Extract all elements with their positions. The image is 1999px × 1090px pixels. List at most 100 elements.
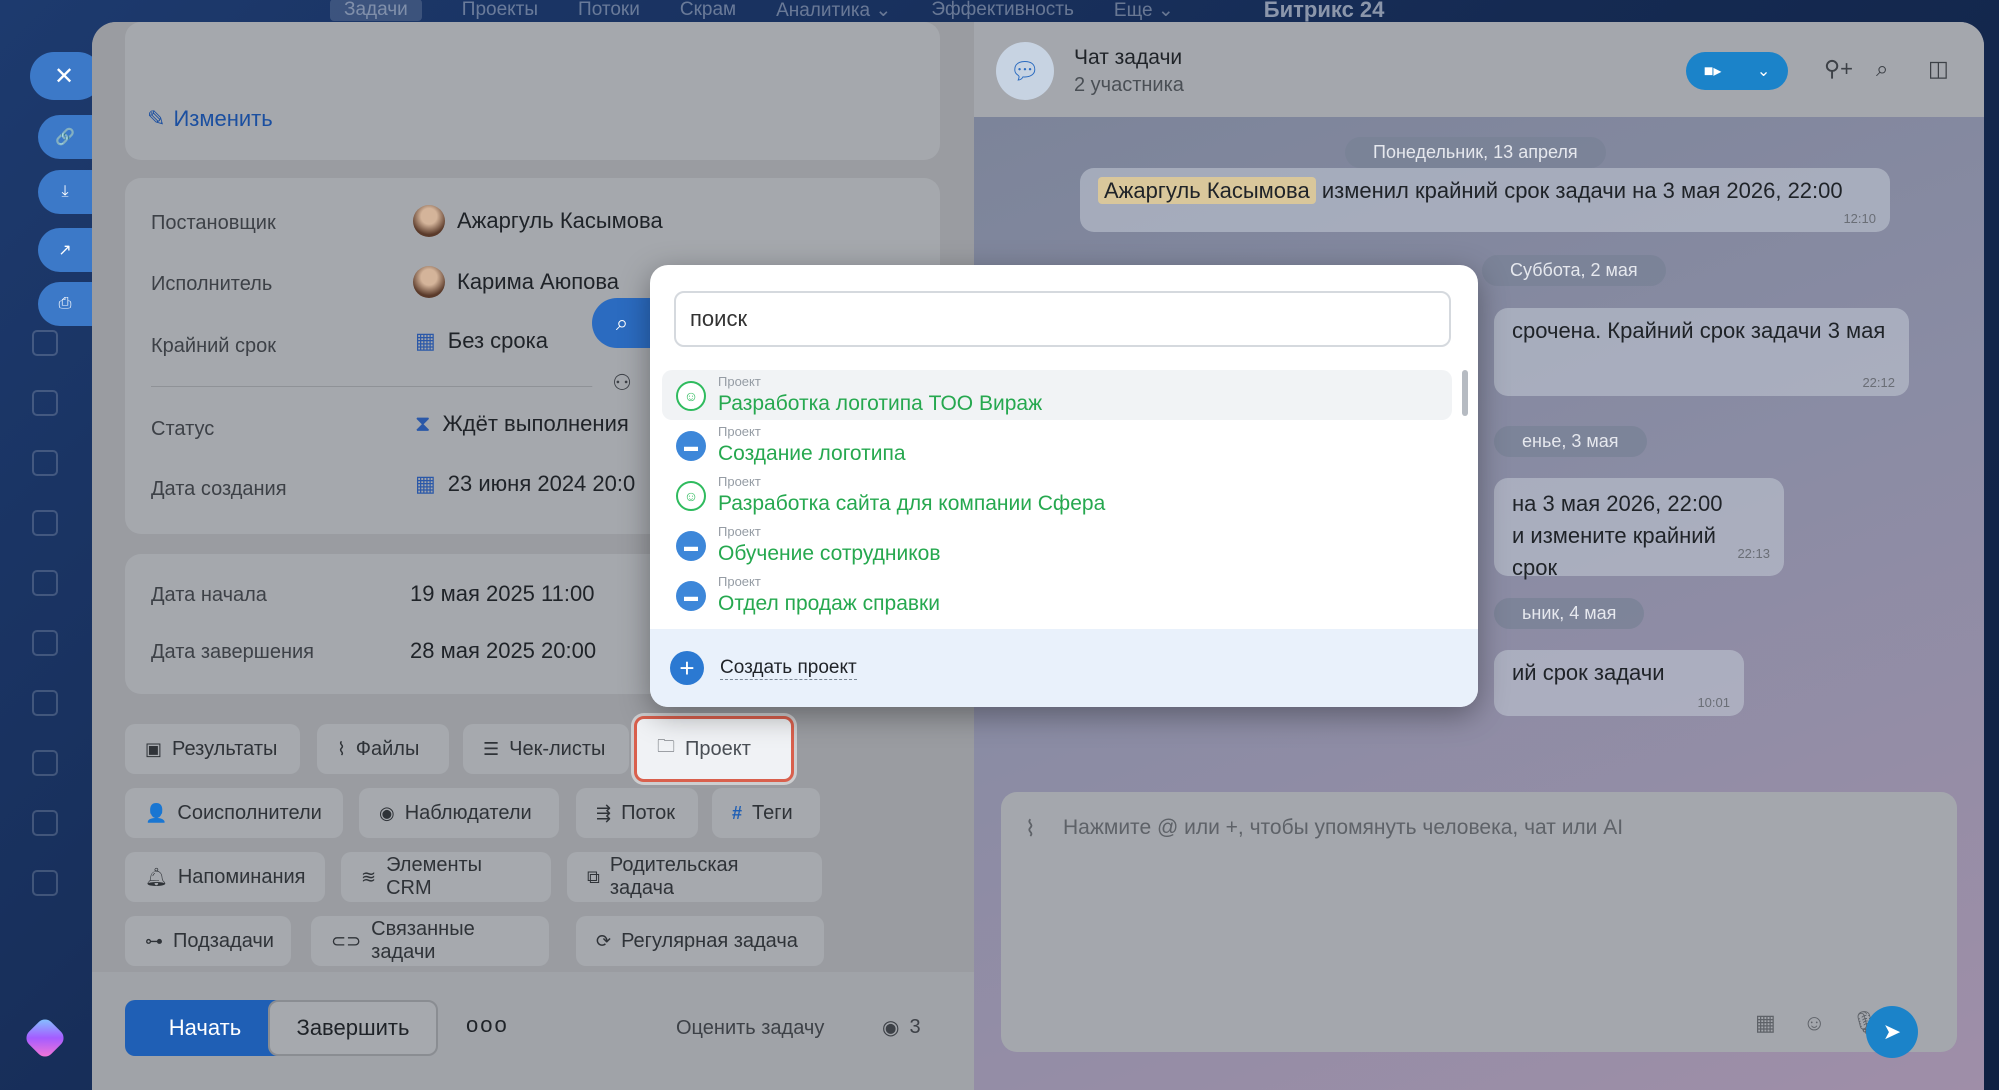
- nav-icon[interactable]: [32, 330, 58, 356]
- paperclip-icon[interactable]: ⌇: [1025, 816, 1036, 842]
- chip-flow[interactable]: ⇶ Поток: [576, 788, 698, 838]
- print-button[interactable]: ⎙: [38, 282, 92, 326]
- more-actions-button[interactable]: ooo: [466, 1012, 509, 1038]
- chip-tags[interactable]: # Теги: [712, 788, 820, 838]
- group-icon: ☺: [676, 381, 706, 411]
- copy-link-button[interactable]: 🔗: [38, 115, 92, 159]
- open-new-window-button[interactable]: ↗: [38, 228, 92, 272]
- user-mention[interactable]: Ажаргуль Касымова: [1098, 177, 1316, 204]
- message-composer[interactable]: ⌇ Нажмите @ или +, чтобы упомянуть челов…: [1001, 792, 1957, 1052]
- nav-icon[interactable]: [32, 450, 58, 476]
- edit-description-link[interactable]: ✎ Изменить: [147, 106, 273, 132]
- crm-icon: ≋: [361, 866, 377, 887]
- chip-results[interactable]: ▣ Результаты: [125, 724, 300, 774]
- scrollbar[interactable]: [1462, 370, 1468, 416]
- chip-reminders[interactable]: 🔔︎ Напоминания: [125, 852, 325, 902]
- parent-task-icon: ⧉: [587, 866, 600, 887]
- folder-icon: 🗀: [657, 736, 675, 756]
- assignee-label: Исполнитель: [151, 273, 273, 295]
- start-date-value[interactable]: 19 мая 2025 11:00: [410, 581, 594, 607]
- nav-icon[interactable]: [32, 870, 58, 896]
- search-icon[interactable]: ⌕: [1876, 56, 1888, 82]
- flows-action-button[interactable]: ⚇: [592, 358, 652, 408]
- camera-icon: ■▸: [1703, 63, 1722, 80]
- video-call-button[interactable]: ■▸ ⌄: [1686, 52, 1788, 90]
- chip-project[interactable]: 🗀 Проект: [634, 716, 794, 782]
- date-divider: енье, 3 мая: [1494, 426, 1647, 457]
- start-button[interactable]: Начать: [125, 1000, 285, 1056]
- download-icon: ⤓: [61, 183, 69, 200]
- link-icon: ⊂⊃: [331, 930, 362, 951]
- date-divider: Понедельник, 13 апреля: [1345, 137, 1606, 168]
- eye-icon: ◉: [882, 1017, 900, 1039]
- print-icon: ⎙: [58, 295, 72, 312]
- group-icon: ☺: [676, 481, 706, 511]
- nav-icon[interactable]: [32, 510, 58, 536]
- chat-participants[interactable]: 2 участника: [1074, 74, 1184, 97]
- nav-icon[interactable]: [32, 390, 58, 416]
- finish-button[interactable]: Завершить: [268, 1000, 438, 1056]
- system-message: ий срок задачи 10:01: [1494, 650, 1744, 716]
- person-icon: 👤: [145, 802, 168, 823]
- send-button[interactable]: ➤: [1866, 1006, 1918, 1058]
- nav-icon[interactable]: [32, 810, 58, 836]
- bell-icon: 🔔︎: [145, 866, 168, 887]
- project-list-item[interactable]: ▬ Проект Создание логотипа: [662, 420, 1452, 470]
- assignee-value[interactable]: Карима Аюпова: [413, 266, 619, 298]
- left-sidebar: ✕ 🔗 ⤓ ↗ ⎙: [0, 0, 102, 1090]
- nav-tab-efficiency[interactable]: Эффективность: [931, 0, 1074, 21]
- project-search-input[interactable]: [674, 291, 1451, 347]
- chip-related-tasks[interactable]: ⊂⊃ Связанные задачи: [311, 916, 549, 966]
- project-list-item[interactable]: ☺ Проект Разработка сайта для компании С…: [662, 470, 1452, 520]
- calendar-icon: ▦: [415, 471, 436, 496]
- brand-logo: Битрикс 24: [1263, 0, 1385, 22]
- nav-tab-tasks[interactable]: Задачи: [330, 0, 422, 21]
- chat-title: Чат задачи: [1074, 46, 1183, 69]
- creator-value[interactable]: Ажаргуль Касымова: [413, 205, 663, 237]
- nav-icon[interactable]: [32, 570, 58, 596]
- end-date-value[interactable]: 28 мая 2025 20:00: [410, 638, 596, 664]
- copilot-logo-icon[interactable]: [22, 1015, 68, 1061]
- project-list-item[interactable]: ▬ Проект Обучение сотрудников: [662, 520, 1452, 570]
- chip-files[interactable]: ⌇ Файлы: [317, 724, 449, 774]
- nav-tab-more[interactable]: Еще ⌄: [1114, 0, 1174, 22]
- chip-crm[interactable]: ≋ Элементы CRM: [341, 852, 551, 902]
- end-date-label: Дата завершения: [151, 641, 314, 663]
- project-list-item[interactable]: ☺ Проект Разработка логотипа ТОО Вираж: [662, 370, 1452, 420]
- send-icon: ➤: [1882, 1019, 1902, 1044]
- chip-subtasks[interactable]: ⊶ Подзадачи: [125, 916, 291, 966]
- search-action-button[interactable]: ⌕: [592, 298, 652, 348]
- add-user-icon[interactable]: ⚲+: [1824, 56, 1853, 82]
- chip-observers[interactable]: ◉ Наблюдатели: [359, 788, 559, 838]
- deadline-value[interactable]: ▦ Без срока: [415, 328, 548, 354]
- date-divider: ьник, 4 мая: [1494, 598, 1645, 629]
- nav-icon[interactable]: [32, 630, 58, 656]
- nav-tab-flows[interactable]: Потоки: [578, 0, 640, 21]
- external-link-icon: ↗: [58, 242, 72, 259]
- status-label: Статус: [151, 418, 215, 440]
- nav-tab-projects[interactable]: Проекты: [462, 0, 538, 21]
- project-list-item[interactable]: ▬ Проект Отдел продаж справки: [662, 570, 1452, 620]
- nav-tab-analytics[interactable]: Аналитика ⌄: [776, 0, 891, 22]
- results-icon: ▣: [145, 738, 163, 759]
- start-date-label: Дата начала: [151, 584, 267, 606]
- created-value: ▦ 23 июня 2024 20:0: [415, 471, 636, 496]
- nav-icon[interactable]: [32, 690, 58, 716]
- chip-recurring-task[interactable]: ⟳ Регулярная задача: [576, 916, 824, 966]
- chip-coexecutors[interactable]: 👤 Соисполнители: [125, 788, 343, 838]
- system-message: срочена. Крайний срок задачи 3 мая 22:12: [1494, 308, 1909, 396]
- popup-footer: + Создать проект: [650, 629, 1478, 707]
- create-project-link[interactable]: Создать проект: [720, 657, 857, 680]
- nav-icon[interactable]: [32, 750, 58, 776]
- rate-task-link[interactable]: Оценить задачу: [676, 1017, 824, 1040]
- nav-tab-scrum[interactable]: Скрам: [680, 0, 736, 21]
- apps-icon[interactable]: ▦: [1755, 1010, 1776, 1036]
- chip-checklists[interactable]: ☰ Чек-листы: [463, 724, 629, 774]
- pencil-icon: ✎: [147, 106, 166, 131]
- plus-icon[interactable]: +: [670, 651, 704, 685]
- emoji-icon[interactable]: ☺: [1803, 1010, 1825, 1036]
- chat-header: 💬︎ Чат задачи 2 участника ■▸ ⌄ ⚲+ ⌕ ◫: [974, 22, 1984, 117]
- chip-parent-task[interactable]: ⧉ Родительская задача: [567, 852, 822, 902]
- download-button[interactable]: ⤓: [38, 170, 92, 214]
- sidebar-toggle-icon[interactable]: ◫: [1928, 56, 1949, 82]
